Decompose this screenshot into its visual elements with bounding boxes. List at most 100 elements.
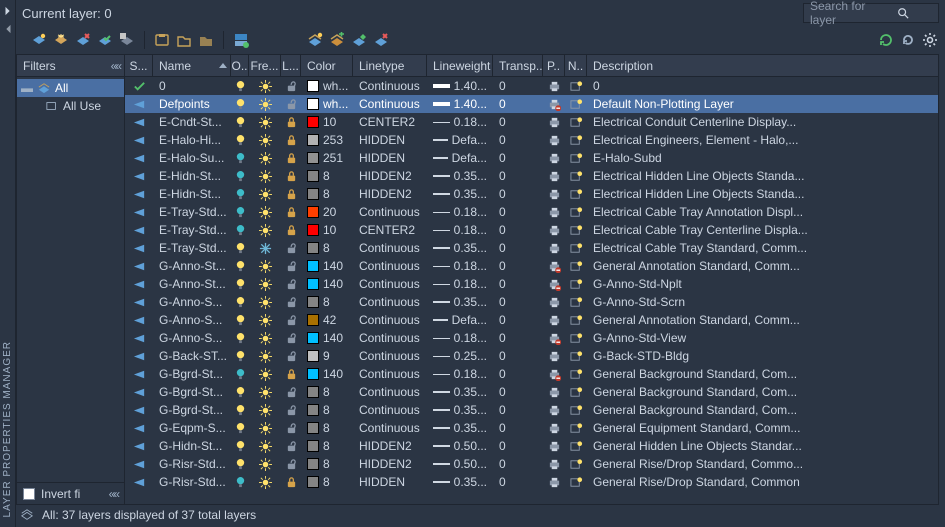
cell-name[interactable]: E-Tray-Std...	[153, 205, 231, 219]
invert-filter-checkbox[interactable]	[23, 488, 35, 500]
cell-plot[interactable]	[543, 170, 565, 183]
cell-color[interactable]: wh...	[301, 79, 353, 93]
cell-freeze[interactable]	[249, 440, 281, 453]
cell-color[interactable]: 20	[301, 205, 353, 219]
cell-lock[interactable]	[281, 296, 301, 309]
cell-transparency[interactable]: 0	[493, 331, 543, 345]
col-transp[interactable]: Transp...	[493, 55, 543, 76]
col-plotstyle[interactable]: P..	[543, 55, 565, 76]
layer-filter-prune-icon[interactable]	[350, 31, 368, 49]
new-group-filter-icon[interactable]	[328, 31, 346, 49]
table-row[interactable]: E-Tray-Std... 8 Continuous 0.35... 0 Ele…	[125, 239, 938, 257]
cell-plot[interactable]	[543, 278, 565, 291]
cell-description[interactable]: Electrical Cable Tray Standard, Comm...	[587, 241, 938, 255]
cell-description[interactable]: G-Anno-Std-Scrn	[587, 295, 938, 309]
cell-plot[interactable]	[543, 188, 565, 201]
table-row[interactable]: G-Risr-Std... 8 HIDDEN2 0.50... 0 Genera…	[125, 455, 938, 473]
cell-freeze[interactable]	[249, 404, 281, 417]
cell-color[interactable]: 8	[301, 187, 353, 201]
collapse-invert-icon[interactable]: ««	[100, 487, 118, 501]
cell-name[interactable]: E-Hidn-St...	[153, 169, 231, 183]
cell-on[interactable]	[231, 98, 249, 111]
cell-newvp[interactable]	[565, 152, 587, 165]
cell-description[interactable]: General Background Standard, Com...	[587, 403, 938, 417]
cell-transparency[interactable]: 0	[493, 259, 543, 273]
cell-color[interactable]: 8	[301, 241, 353, 255]
cell-freeze[interactable]	[249, 206, 281, 219]
settings-icon[interactable]	[921, 31, 939, 49]
cell-description[interactable]: G-Anno-Std-Nplt	[587, 277, 938, 291]
table-row[interactable]: E-Tray-Std... 20 Continuous 0.18... 0 El…	[125, 203, 938, 221]
cell-name[interactable]: E-Tray-Std...	[153, 241, 231, 255]
cell-transparency[interactable]: 0	[493, 97, 543, 111]
layer-filter-delete-icon[interactable]	[372, 31, 390, 49]
table-row[interactable]: E-Halo-Hi... 253 HIDDEN Defa... 0 Electr…	[125, 131, 938, 149]
cell-linetype[interactable]: Continuous	[353, 349, 427, 363]
cell-on[interactable]	[231, 332, 249, 345]
cell-name[interactable]: G-Risr-Std...	[153, 457, 231, 471]
cell-name[interactable]: G-Bgrd-St...	[153, 367, 231, 381]
cell-plot[interactable]	[543, 332, 565, 345]
cell-linetype[interactable]: Continuous	[353, 385, 427, 399]
cell-lineweight[interactable]: 0.50...	[427, 439, 493, 453]
cell-plot[interactable]	[543, 224, 565, 237]
cell-plot[interactable]	[543, 242, 565, 255]
cell-plot[interactable]	[543, 296, 565, 309]
col-name[interactable]: Name	[153, 55, 231, 76]
cell-freeze[interactable]	[249, 458, 281, 471]
cell-linetype[interactable]: CENTER2	[353, 223, 427, 237]
cell-description[interactable]: Electrical Hidden Line Objects Standa...	[587, 169, 938, 183]
cell-lineweight[interactable]: 0.18...	[427, 223, 493, 237]
cell-lock[interactable]	[281, 242, 301, 255]
cell-freeze[interactable]	[249, 242, 281, 255]
cell-freeze[interactable]	[249, 296, 281, 309]
cell-description[interactable]: E-Halo-Subd	[587, 151, 938, 165]
cell-name[interactable]: G-Risr-Std...	[153, 475, 231, 489]
cell-freeze[interactable]	[249, 476, 281, 489]
cell-plot[interactable]	[543, 350, 565, 363]
cell-on[interactable]	[231, 386, 249, 399]
cell-color[interactable]: 10	[301, 115, 353, 129]
cell-newvp[interactable]	[565, 404, 587, 417]
cell-linetype[interactable]: HIDDEN	[353, 133, 427, 147]
table-row[interactable]: G-Bgrd-St... 8 Continuous 0.35... 0 Gene…	[125, 401, 938, 419]
cell-freeze[interactable]	[249, 80, 281, 93]
cell-transparency[interactable]: 0	[493, 313, 543, 327]
cell-lineweight[interactable]: 1.40...	[427, 79, 493, 93]
cell-linetype[interactable]: Continuous	[353, 241, 427, 255]
cell-freeze[interactable]	[249, 278, 281, 291]
cell-newvp[interactable]	[565, 188, 587, 201]
cell-color[interactable]: 8	[301, 385, 353, 399]
pin-left-icon[interactable]	[1, 22, 15, 36]
cell-newvp[interactable]	[565, 314, 587, 327]
cell-description[interactable]: General Rise/Drop Standard, Common	[587, 475, 938, 489]
pin-right-icon[interactable]	[1, 4, 15, 18]
delete-layer-icon[interactable]	[74, 31, 92, 49]
new-layer-frozen-icon[interactable]	[52, 31, 70, 49]
previous-icon[interactable]	[118, 31, 136, 49]
cell-description[interactable]: General Equipment Standard, Comm...	[587, 421, 938, 435]
cell-description[interactable]: Electrical Cable Tray Centerline Displa.…	[587, 223, 938, 237]
cell-newvp[interactable]	[565, 440, 587, 453]
cell-transparency[interactable]: 0	[493, 79, 543, 93]
cell-name[interactable]: E-Tray-Std...	[153, 223, 231, 237]
cell-description[interactable]: General Annotation Standard, Comm...	[587, 259, 938, 273]
cell-freeze[interactable]	[249, 368, 281, 381]
cell-name[interactable]: G-Back-ST...	[153, 349, 231, 363]
cell-lock[interactable]	[281, 80, 301, 93]
cell-color[interactable]: wh...	[301, 97, 353, 111]
cell-lock[interactable]	[281, 188, 301, 201]
cell-plot[interactable]	[543, 404, 565, 417]
cell-lock[interactable]	[281, 260, 301, 273]
new-property-filter-icon[interactable]	[306, 31, 324, 49]
cell-lineweight[interactable]: 0.50...	[427, 457, 493, 471]
cell-freeze[interactable]	[249, 224, 281, 237]
cell-transparency[interactable]: 0	[493, 403, 543, 417]
cell-on[interactable]	[231, 350, 249, 363]
cell-linetype[interactable]: HIDDEN2	[353, 187, 427, 201]
cell-lock[interactable]	[281, 278, 301, 291]
cell-on[interactable]	[231, 134, 249, 147]
cell-plot[interactable]	[543, 152, 565, 165]
cell-linetype[interactable]: Continuous	[353, 97, 427, 111]
table-row[interactable]: E-Hidn-St... 8 HIDDEN2 0.35... 0 Electri…	[125, 185, 938, 203]
